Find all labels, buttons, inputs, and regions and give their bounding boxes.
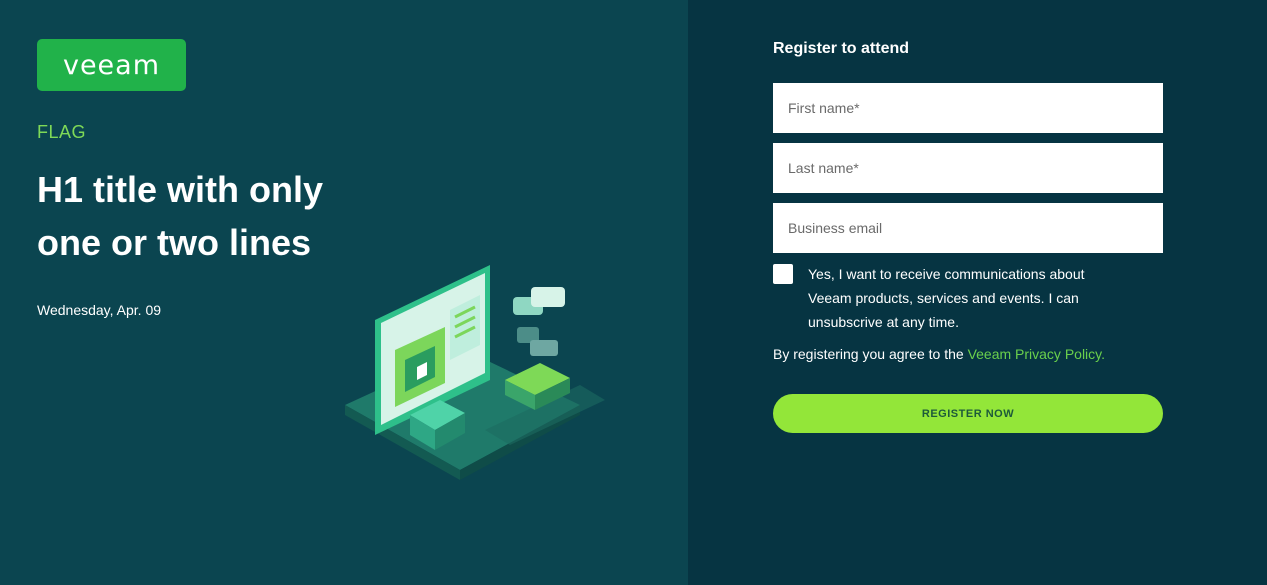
hero-panel: VEEAM FLAG H1 title with only one or two… — [0, 0, 688, 585]
first-name-input[interactable] — [773, 83, 1163, 133]
flag-label: FLAG — [37, 122, 87, 142]
consent-text: Yes, I want to receive communications ab… — [808, 266, 1085, 330]
last-name-input[interactable] — [773, 143, 1163, 193]
business-email-input[interactable] — [773, 203, 1163, 253]
form-title: Register to attend — [773, 40, 910, 57]
isometric-computer-illustration — [345, 265, 605, 480]
privacy-prefix: By registering you agree to the — [773, 346, 968, 362]
privacy-notice: By registering you agree to the Veeam Pr… — [773, 346, 1105, 362]
logo-text: VEEAM — [62, 49, 161, 81]
page-title: H1 title with only one or two lines — [37, 169, 324, 263]
veeam-logo[interactable]: VEEAM — [37, 39, 186, 91]
privacy-policy-link[interactable]: Veeam Privacy Policy. — [968, 346, 1105, 362]
registration-panel: Register to attend Yes, I want to receiv… — [688, 0, 1267, 585]
consent-checkbox[interactable] — [773, 264, 793, 284]
event-date: Wednesday, Apr. 09 — [37, 302, 162, 318]
register-now-button[interactable]: REGISTER NOW — [773, 394, 1163, 433]
